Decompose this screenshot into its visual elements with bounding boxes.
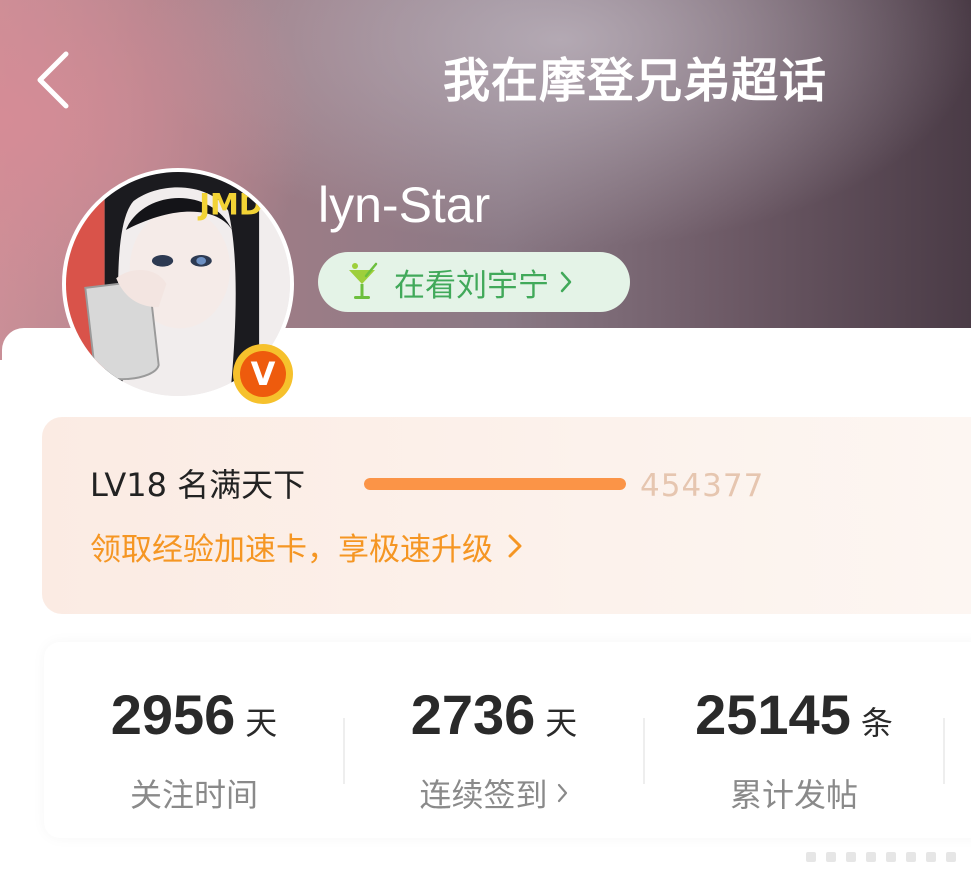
stat-unit: 天 (245, 704, 278, 742)
stat-value: 25145 (695, 683, 851, 746)
chevron-left-icon (37, 51, 69, 109)
indicator-dot (806, 852, 816, 862)
stat-divider (943, 718, 945, 784)
speed-card-label: 领取经验加速卡，享极速升级 (90, 531, 493, 568)
chevron-right-icon (560, 271, 572, 293)
verified-v-icon: V (240, 351, 286, 397)
watching-label: 在看刘宇宁 (394, 267, 549, 304)
scroll-indicator (806, 852, 956, 862)
indicator-dot (946, 852, 956, 862)
indicator-dot (846, 852, 856, 862)
level-progress-fill (364, 478, 626, 490)
stat-unit: 条 (860, 704, 893, 742)
level-title: LV18 名满天下 (90, 466, 306, 504)
cocktail-icon (349, 262, 378, 299)
back-button[interactable] (32, 48, 76, 112)
indicator-dot (826, 852, 836, 862)
username: lyn-Star (318, 177, 491, 233)
stat-divider (343, 718, 345, 784)
chevron-right-icon (508, 534, 522, 558)
watching-pill[interactable]: 在看刘宇宁 (318, 252, 630, 312)
stat-follow-days: 2956 天 关注时间 (44, 642, 344, 838)
page-title: 我在摩登兄弟超话 (443, 54, 827, 109)
indicator-dot (886, 852, 896, 862)
level-panel (42, 417, 971, 614)
indicator-dot (906, 852, 916, 862)
stat-value: 2956 (110, 683, 236, 746)
stat-value: 2736 (410, 683, 536, 746)
chevron-right-icon (557, 783, 567, 803)
indicator-dot (926, 852, 936, 862)
level-progress-bar (364, 478, 626, 490)
verified-badge: V (233, 344, 293, 404)
speed-card-link[interactable]: 领取经验加速卡，享极速升级 (90, 524, 523, 568)
stat-unit: 天 (545, 704, 578, 742)
stat-checkin-days[interactable]: 2736 天 连续签到 (344, 642, 644, 838)
stat-label: 关注时间 (129, 776, 258, 814)
stat-post-count: 25145 条 累计发帖 (644, 642, 944, 838)
stats-panel: 2956 天 关注时间 2736 天 连续签到 25145 条 累计发帖 (44, 642, 971, 838)
exp-value: 454377 (640, 468, 765, 504)
stat-divider (643, 718, 645, 784)
stat-label: 累计发帖 (729, 776, 858, 814)
stat-label: 连续签到 (419, 776, 548, 814)
indicator-dot (866, 852, 876, 862)
